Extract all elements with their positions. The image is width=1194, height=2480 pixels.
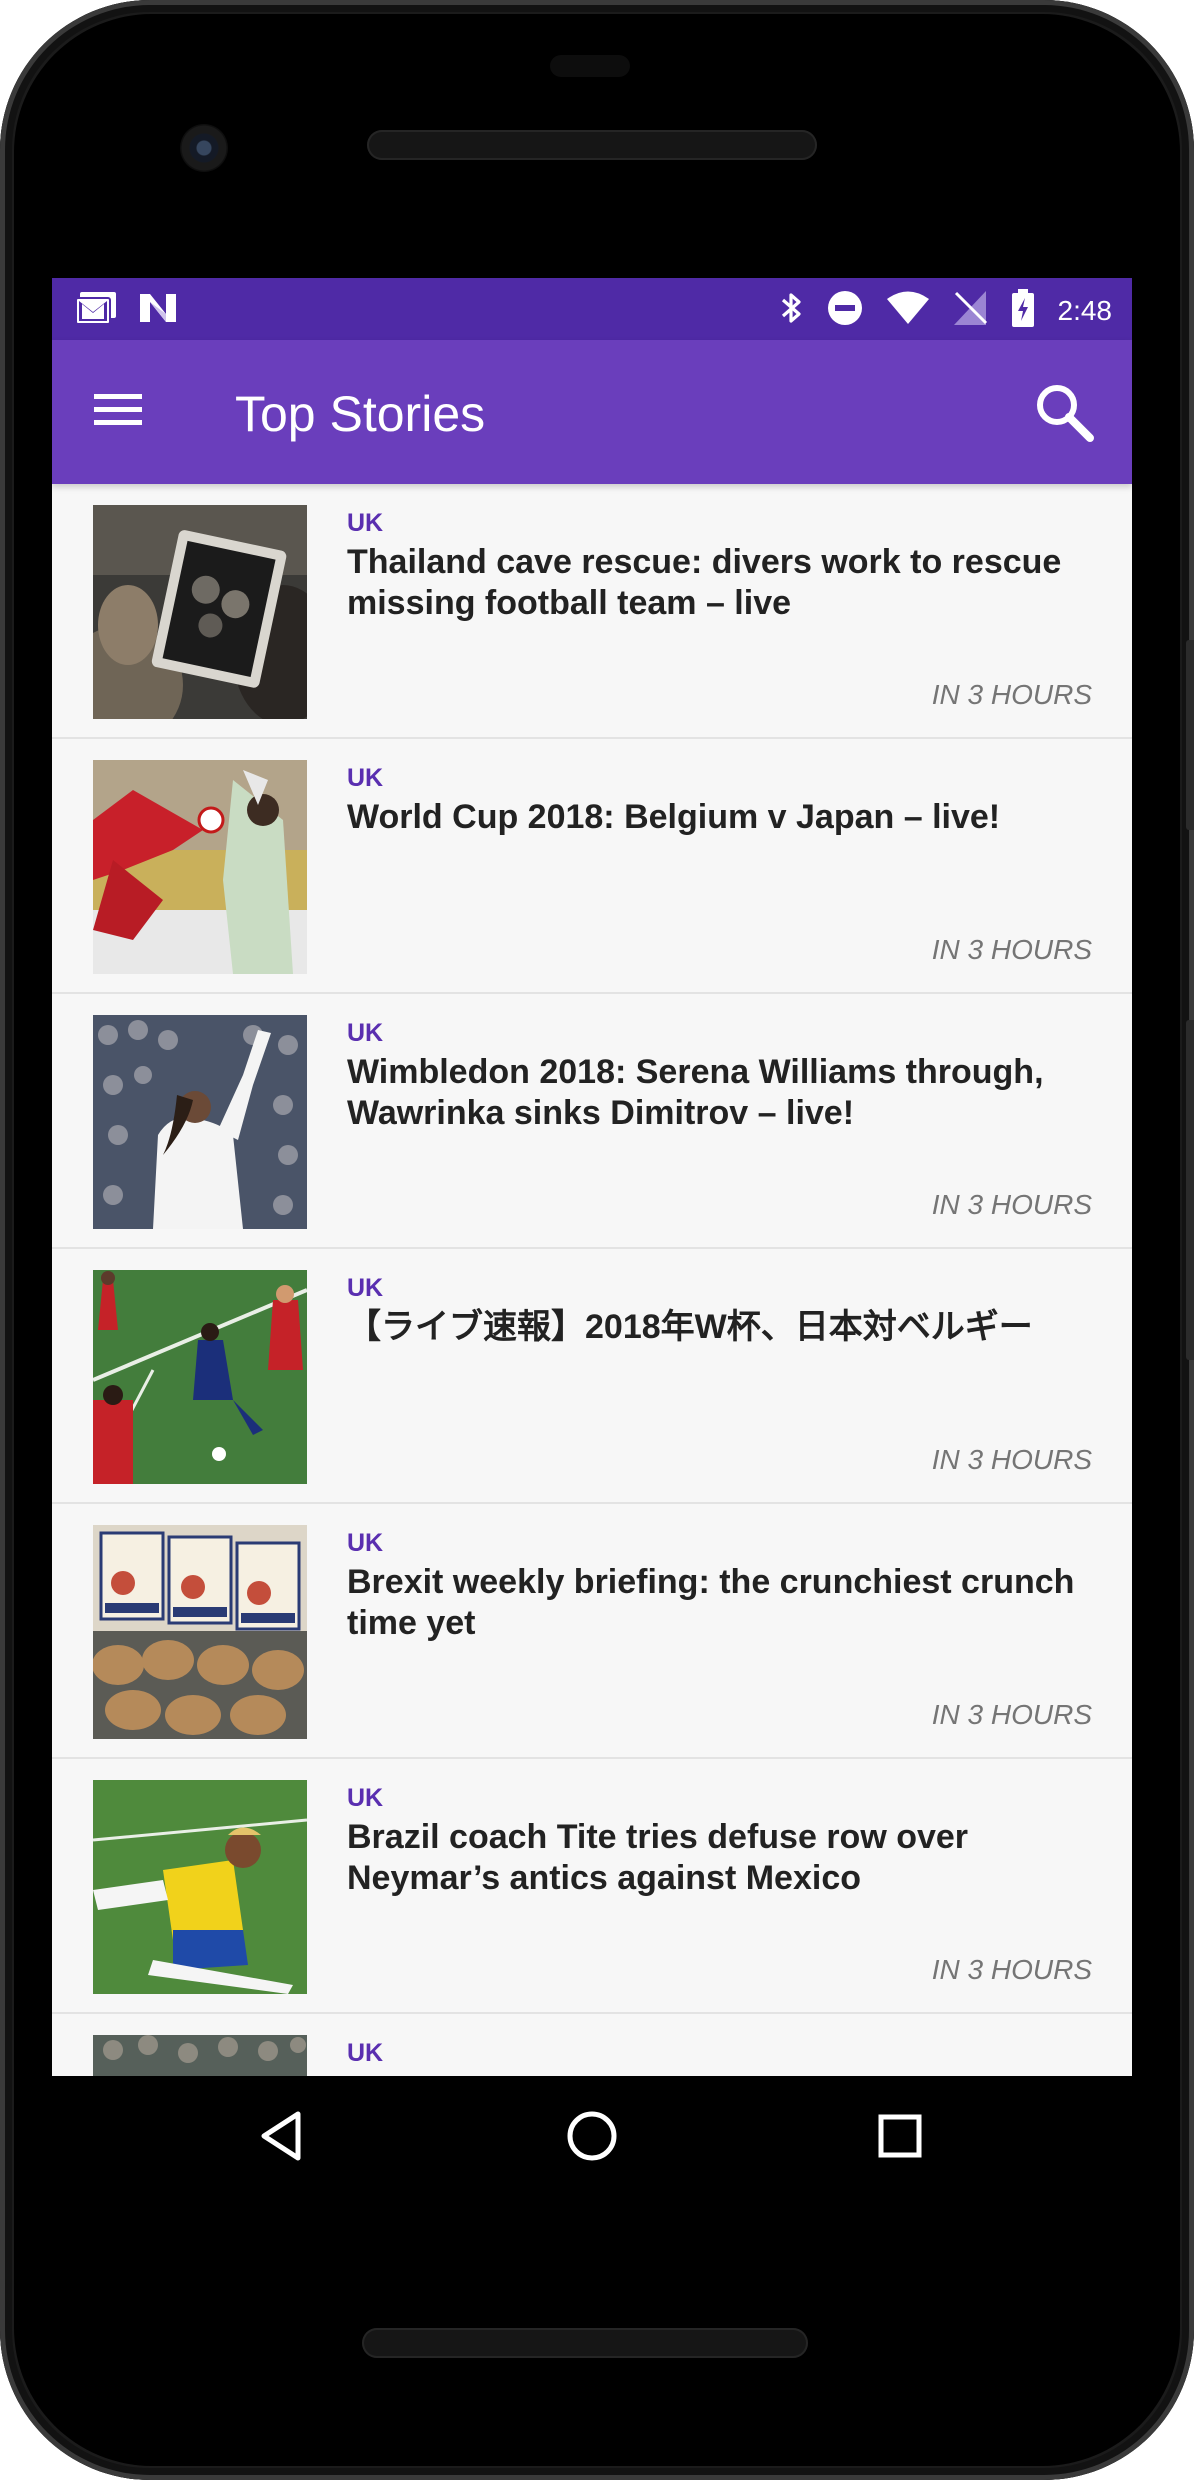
article-thumbnail [93,1525,307,1739]
article-time: IN 3 HOURS [931,1444,1092,1475]
list-item[interactable]: UK Thailand cave rescue: divers work to … [52,484,1132,739]
list-item[interactable]: UK Brazil coach Tite tries defuse row ov… [52,1759,1132,2014]
article-section: UK [347,1784,384,1812]
article-section: UK [347,2039,384,2067]
wifi-icon [886,290,930,331]
article-section: UK [347,1019,384,1047]
menu-button[interactable] [86,380,150,444]
bluetooth-icon [780,288,804,333]
earpiece-speaker [367,130,817,160]
list-item[interactable]: UK World Cup 2018: Belgium v Japan – liv… [52,739,1132,994]
article-headline: Thailand cave rescue: divers work to res… [347,543,1062,622]
article-headline: Brazil coach Tite tries defuse row over … [347,1818,969,1897]
no-sim-icon [952,289,988,332]
search-icon [1032,380,1096,449]
home-icon [562,2106,622,2171]
back-icon [254,2106,314,2171]
gmail-icon [74,290,118,331]
phone-frame: 2:48 Top Stories UK Thailand cave rescue… [0,0,1194,2480]
article-time: IN 3 HOURS [931,679,1092,710]
article-headline: World Cup 2018: Belgium v Japan – live! [347,798,1001,836]
article-section: UK [347,1529,384,1557]
list-item[interactable]: UK 【ライブ速報】2018年W杯、日本対ベルギー IN 3 HOURS [52,1249,1132,1504]
screen: 2:48 Top Stories UK Thailand cave rescue… [52,278,1132,2076]
front-camera-icon [180,124,228,172]
search-button[interactable] [1026,376,1102,452]
article-thumbnail [93,1015,307,1229]
hamburger-menu-icon [92,390,144,435]
do-not-disturb-icon [826,289,864,332]
power-button [1186,640,1194,830]
app-bar: Top Stories [52,340,1132,484]
article-headline: 【ライブ速報】2018年W杯、日本対ベルギー [347,1308,1033,1346]
article-time: IN 3 HOURS [931,934,1092,965]
list-item[interactable]: UK Brexit weekly briefing: the crunchies… [52,1504,1132,1759]
article-thumbnail [93,760,307,974]
article-time: IN 3 HOURS [931,1954,1092,1985]
recents-icon [870,2106,930,2171]
navigation-bar [52,2076,1132,2206]
recents-button[interactable] [860,2098,940,2178]
article-time: IN 3 HOURS [931,1189,1092,1220]
bottom-speaker [362,2328,808,2358]
article-section: UK [347,764,384,792]
status-bar: 2:48 [52,278,1132,340]
page-title: Top Stories [235,386,486,442]
article-thumbnail [93,1780,307,1994]
status-time: 2:48 [1057,294,1113,326]
n-logo-icon [138,290,178,331]
article-headline: Brexit weekly briefing: the crunchiest c… [347,1563,1075,1642]
article-section: UK [347,509,384,537]
article-thumbnail [93,1270,307,1484]
back-button[interactable] [244,2098,324,2178]
list-item[interactable]: UK Wimbledon 2018: Serena Williams throu… [52,994,1132,1249]
article-section: UK [347,1274,384,1302]
home-button[interactable] [552,2098,632,2178]
article-thumbnail [93,505,307,719]
volume-rocker [1186,1020,1194,1360]
article-headline: Wimbledon 2018: Serena Williams through,… [347,1053,1044,1132]
list-item[interactable]: UK [52,2014,1132,2076]
article-time: IN 3 HOURS [931,1699,1092,1730]
article-list[interactable]: UK Thailand cave rescue: divers work to … [52,484,1132,2076]
sensor-slot [550,55,630,77]
article-thumbnail [93,2035,307,2076]
battery-charging-icon [1010,288,1036,333]
